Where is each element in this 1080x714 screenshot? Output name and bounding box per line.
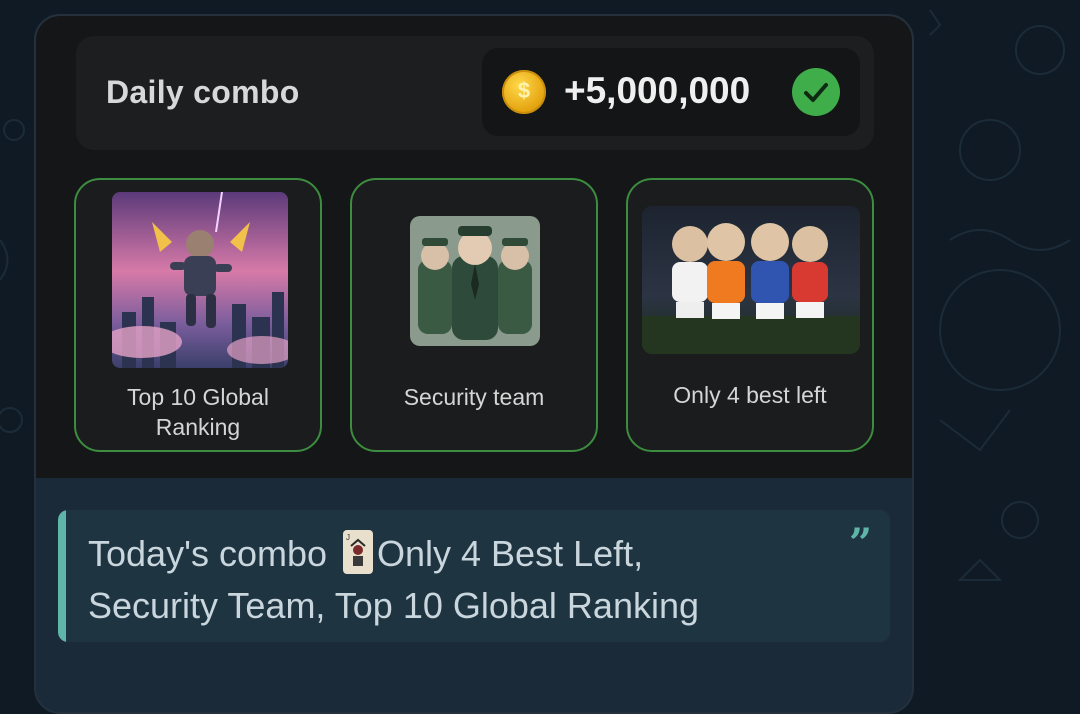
combo-card-top-10-global-ranking: Top 10 Global Ranking bbox=[74, 178, 322, 452]
message-text-line2: Security Team, Top 10 Global Ranking bbox=[88, 585, 700, 626]
message-text-part: Today's combo bbox=[88, 533, 337, 574]
chat-message-bubble: Daily combo $ +5,000,000 Top 10 Global R… bbox=[34, 14, 914, 714]
card-label: Only 4 best left bbox=[673, 382, 827, 408]
joker-card-icon: J bbox=[343, 530, 373, 574]
hamster-football-team-image bbox=[642, 206, 860, 354]
quote-accent-bar bbox=[58, 510, 66, 642]
hamster-flying-over-city-image bbox=[112, 192, 288, 368]
message-quote[interactable]: Today's combo J Only 4 Best Left, Securit… bbox=[58, 510, 890, 642]
reward-amount: +5,000,000 bbox=[564, 70, 751, 111]
check-icon bbox=[792, 68, 840, 116]
message-text: Today's combo J Only 4 Best Left, Securit… bbox=[88, 528, 828, 632]
svg-text:J: J bbox=[346, 533, 350, 542]
reward-pill: $ +5,000,000 bbox=[482, 48, 860, 136]
daily-combo-header: Daily combo $ +5,000,000 bbox=[76, 36, 874, 150]
hamster-security-guards-image bbox=[410, 216, 540, 346]
coin-icon: $ bbox=[502, 70, 546, 114]
combo-card-security-team: Security team bbox=[350, 178, 598, 452]
quote-mark-icon: ” bbox=[848, 520, 872, 567]
message-text-part: Only 4 Best Left, bbox=[377, 533, 644, 574]
card-label: Top 10 Global Ranking bbox=[127, 384, 269, 440]
daily-combo-screenshot[interactable]: Daily combo $ +5,000,000 Top 10 Global R… bbox=[36, 16, 912, 478]
combo-card-only-4-best-left: Only 4 best left bbox=[626, 178, 874, 452]
card-label: Security team bbox=[403, 384, 545, 410]
daily-combo-title: Daily combo bbox=[106, 74, 300, 110]
